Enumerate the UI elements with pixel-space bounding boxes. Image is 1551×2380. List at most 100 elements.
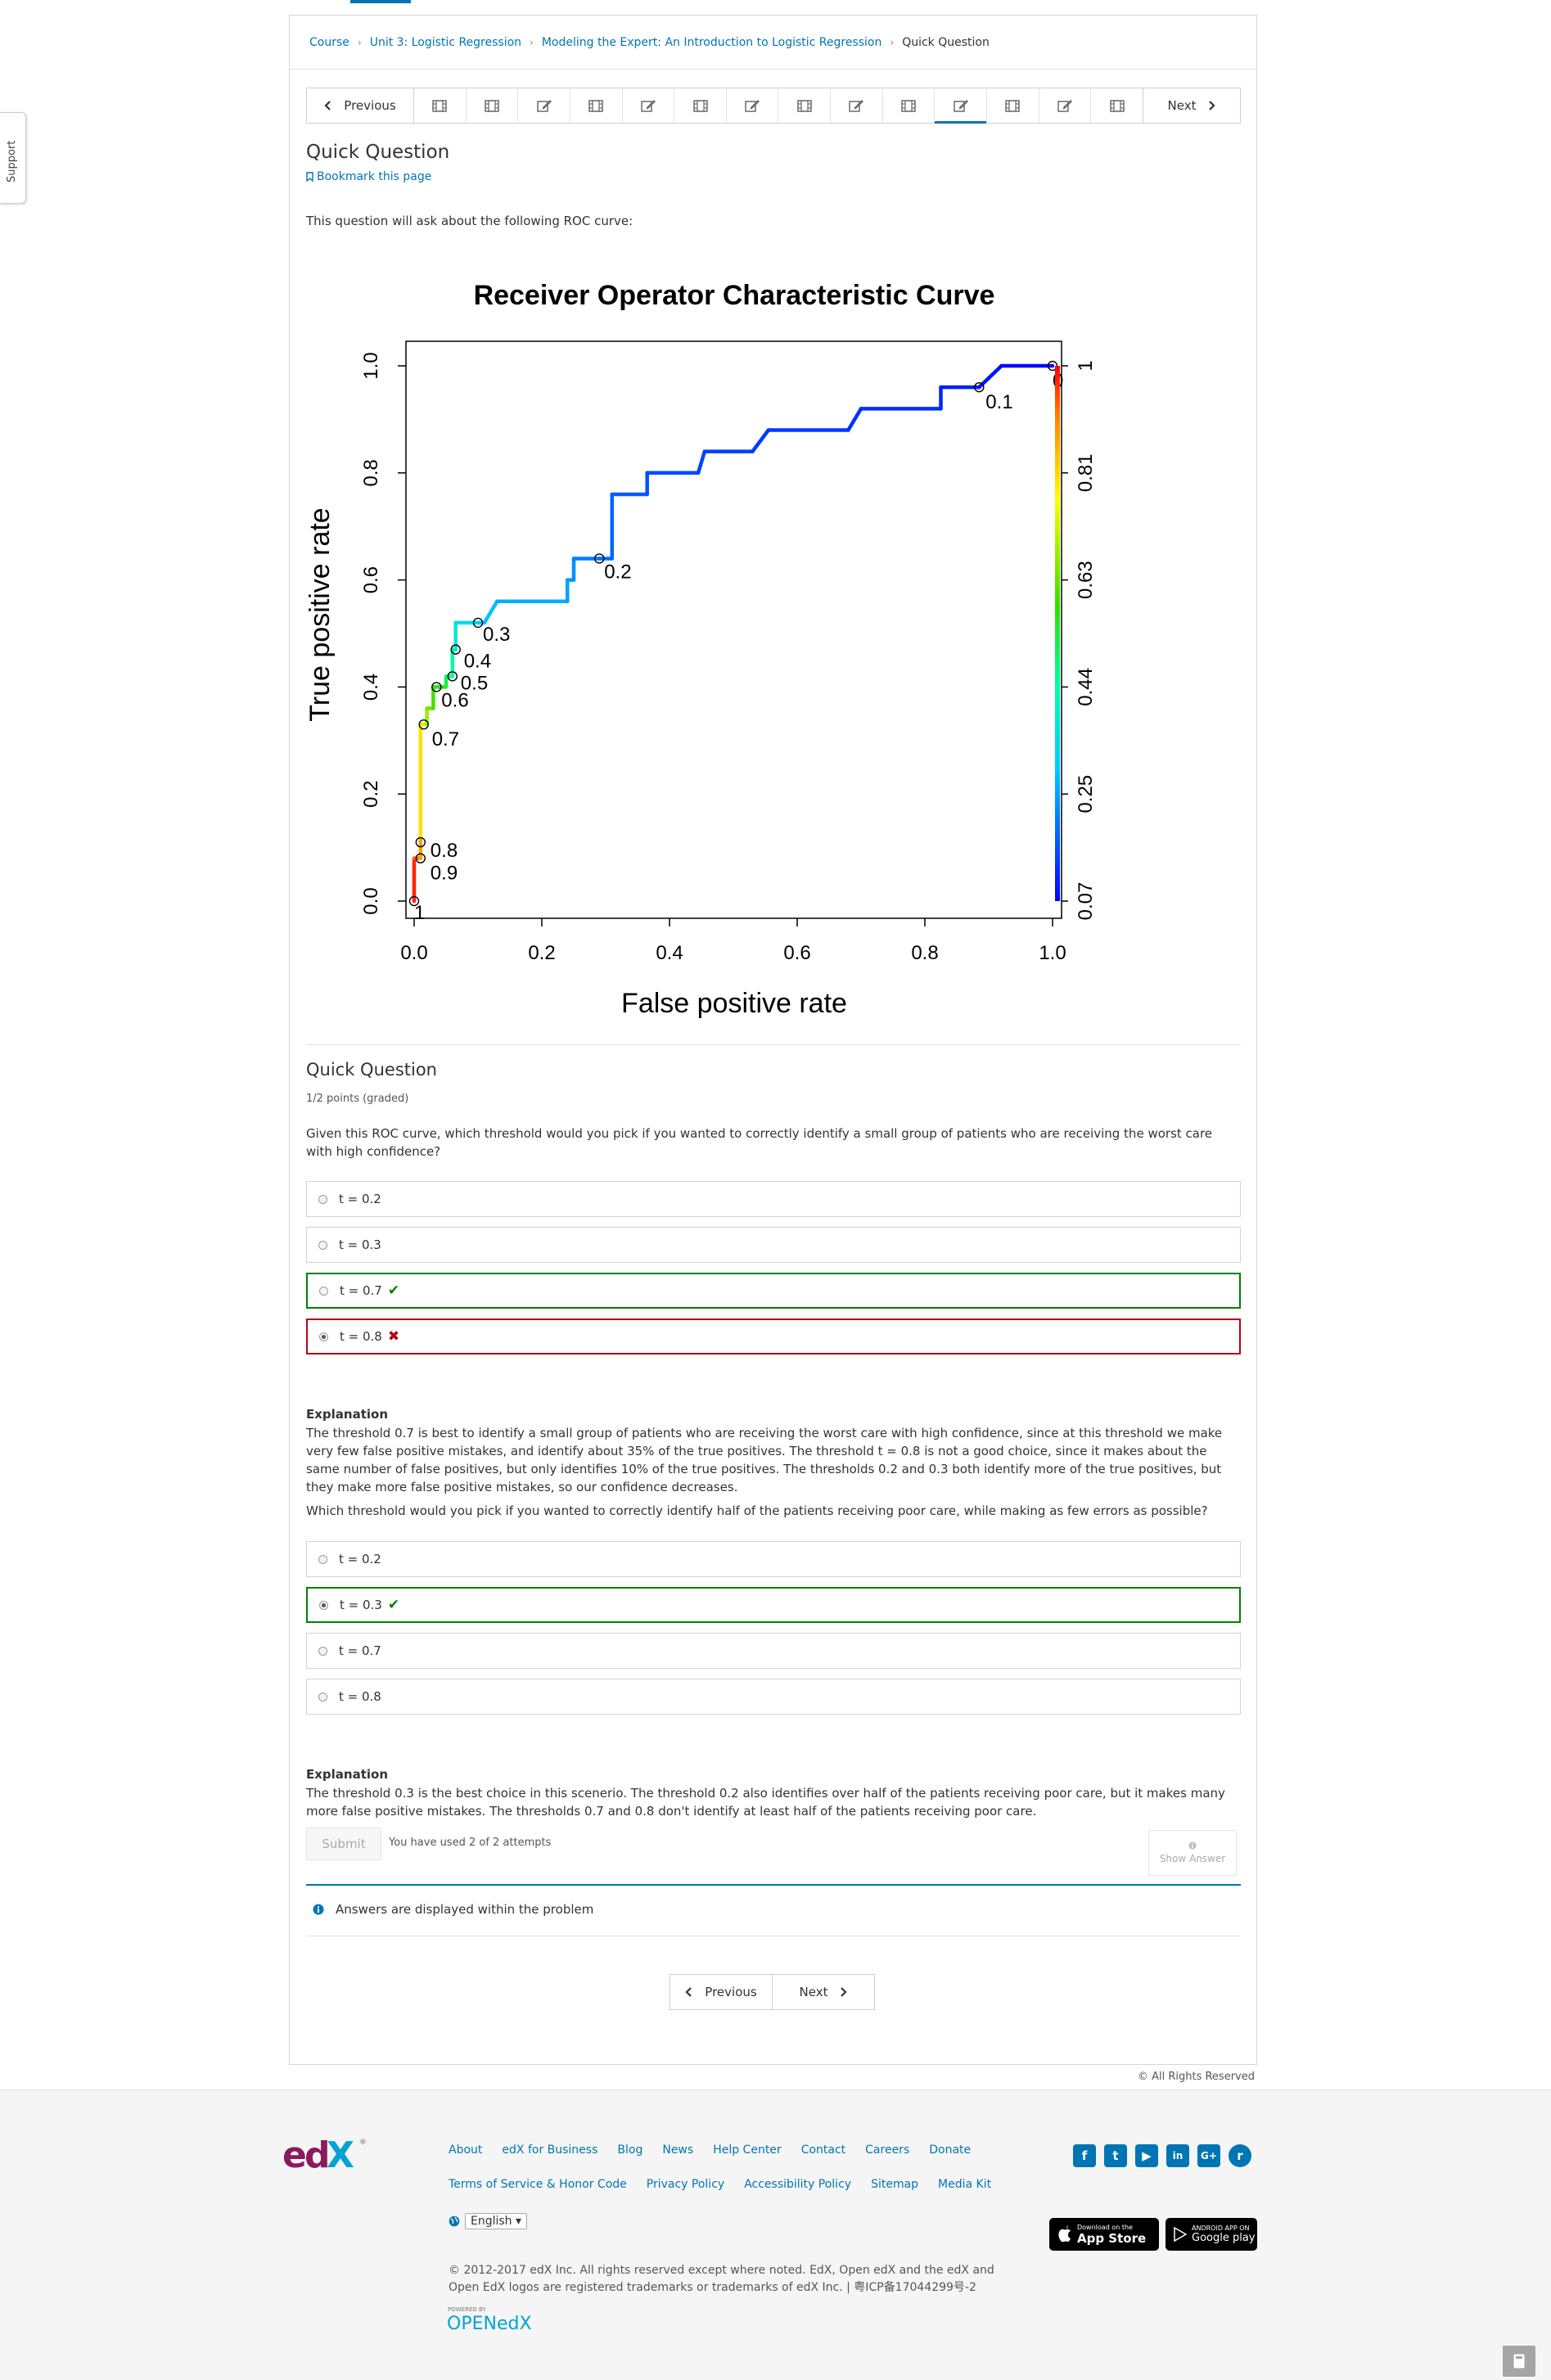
sequence-tab-problem[interactable] [623, 88, 675, 123]
radio-button[interactable] [319, 1286, 328, 1296]
footer-link[interactable]: Media Kit [938, 2178, 991, 2191]
sequence-tab-video[interactable] [778, 88, 832, 123]
question-2-text: Which threshold would you pick if you wa… [306, 1503, 1208, 1518]
show-answer-button[interactable]: Show Answer [1148, 1830, 1237, 1876]
explanation-2-text: The threshold 0.3 is the best choice in … [306, 1786, 1225, 1819]
divider [306, 1044, 1241, 1045]
previous-button[interactable]: Previous [307, 88, 414, 123]
google-play-badge[interactable]: ANDROID APP ON Google play [1166, 2218, 1257, 2251]
breadcrumb: Course › Unit 3: Logistic Regression › M… [290, 16, 1256, 70]
sequence-tab-problem[interactable] [935, 88, 988, 124]
notice-bar [306, 1884, 1241, 1886]
globe-icon [449, 2215, 460, 2227]
sequence-tab-problem[interactable] [518, 88, 570, 123]
app-store-big: App Store [1077, 2230, 1147, 2246]
previous-label: Previous [705, 1985, 757, 1999]
chart-title: Receiver Operator Characteristic Curve [474, 280, 995, 311]
footer-link[interactable]: Donate [929, 2143, 971, 2157]
sequence-tab-video[interactable] [1091, 88, 1143, 123]
colorbar [1055, 366, 1060, 901]
breadcrumb-course[interactable]: Course [309, 36, 349, 49]
question-1-choice[interactable]: t = 0.7 ✔ [306, 1273, 1241, 1309]
powered-by-openedx-logo[interactable]: POWERED BY OPENedX [447, 2305, 553, 2336]
radio-button[interactable] [318, 1240, 327, 1250]
linkedin-icon[interactable]: in [1166, 2144, 1189, 2167]
footer-link[interactable]: Help Center [713, 2143, 782, 2157]
film-icon [588, 99, 603, 112]
language-selector[interactable]: English ▾ [449, 2213, 528, 2229]
question-2-choice[interactable]: t = 0.7 [306, 1633, 1241, 1669]
roc-curve-segment [696, 449, 707, 476]
sequence-tab-video[interactable] [674, 88, 727, 123]
sequence-tab-video[interactable] [883, 88, 936, 123]
footer-link[interactable]: Privacy Policy [647, 2178, 724, 2191]
breadcrumb-unit[interactable]: Unit 3: Logistic Regression [370, 36, 521, 49]
question-1-choice[interactable]: t = 0.8 ✖ [306, 1318, 1241, 1355]
edx-logo[interactable]: e d X ® [282, 2134, 367, 2176]
threshold-markers: 10.90.80.70.60.50.40.30.20.10 [408, 360, 1063, 924]
footer-link[interactable]: News [662, 2143, 693, 2157]
threshold-label: 0.7 [432, 728, 459, 751]
twitter-icon[interactable]: t [1104, 2144, 1127, 2167]
sequence-tab-video[interactable] [570, 88, 623, 123]
question-2-choice[interactable]: t = 0.8 [306, 1679, 1241, 1715]
footer-link[interactable]: Sitemap [871, 2178, 918, 2191]
radio-button[interactable] [318, 1692, 327, 1702]
problem-points: 1/2 points (graded) [306, 1093, 409, 1105]
film-icon [1109, 99, 1125, 112]
colorbar-tick-label: 1 [1075, 360, 1097, 371]
question-1-choice[interactable]: t = 0.3 [306, 1227, 1241, 1263]
sequence-tab-video[interactable] [987, 88, 1039, 123]
threshold-label: 0.5 [461, 672, 488, 694]
next-button[interactable]: Next [1143, 88, 1240, 123]
google-play-big: Google play [1192, 2232, 1256, 2244]
sequence-tab-video[interactable] [467, 88, 519, 123]
chevron-right-icon [841, 1987, 848, 1997]
svg-text:e: e [282, 2134, 307, 2172]
sequence-tab-problem[interactable] [727, 88, 779, 123]
radio-button[interactable] [319, 1600, 328, 1610]
problem-title: Quick Question [306, 1060, 437, 1080]
sequence-tab-problem[interactable] [1039, 88, 1092, 123]
calculator-button[interactable] [1503, 2346, 1535, 2377]
edit-icon [849, 100, 864, 112]
footer-link[interactable]: edX for Business [502, 2143, 597, 2157]
support-tab[interactable]: Support [0, 112, 26, 204]
submit-button[interactable]: Submit [306, 1828, 381, 1860]
bottom-next-button[interactable]: Next [773, 1975, 874, 2009]
breadcrumb-subsection[interactable]: Modeling the Expert: An Introduction to … [542, 36, 882, 49]
info-icon [313, 1904, 324, 1915]
footer-link[interactable]: Careers [865, 2143, 909, 2157]
bookmark-button[interactable]: Bookmark this page [306, 170, 431, 183]
question-2-choice[interactable]: t = 0.3 ✔ [306, 1587, 1241, 1623]
apple-icon [1058, 2225, 1071, 2243]
sequence-navigation: Previous Next [306, 88, 1241, 124]
language-select[interactable]: English ▾ [465, 2213, 528, 2229]
bottom-previous-button[interactable]: Previous [670, 1975, 773, 2009]
threshold-label: 0.9 [431, 863, 458, 885]
radio-button[interactable] [318, 1646, 327, 1656]
googleplus-icon[interactable]: G+ [1197, 2144, 1220, 2167]
footer-link[interactable]: Contact [801, 2143, 845, 2157]
footer-link[interactable]: Blog [617, 2143, 642, 2157]
youtube-icon[interactable]: ▶ [1135, 2144, 1158, 2167]
question-1-choice[interactable]: t = 0.2 [306, 1181, 1241, 1217]
footer-link[interactable]: Accessibility Policy [744, 2178, 851, 2191]
film-icon [797, 99, 812, 112]
sequence-tab-video[interactable] [414, 88, 467, 123]
reddit-icon[interactable]: r [1229, 2144, 1251, 2167]
question-2-choice[interactable]: t = 0.2 [306, 1541, 1241, 1577]
radio-button[interactable] [319, 1332, 328, 1341]
choice-label: t = 0.2 [339, 1192, 381, 1206]
radio-button[interactable] [318, 1554, 327, 1564]
radio-button[interactable] [318, 1194, 327, 1204]
footer-link[interactable]: About [449, 2143, 482, 2157]
facebook-icon[interactable]: f [1073, 2144, 1096, 2167]
sequence-tab-problem[interactable] [831, 88, 883, 123]
y-tick-label: 0.0 [360, 887, 382, 914]
roc-curve-segment [751, 428, 771, 453]
copyright-text: © 2012-2017 edX Inc. All rights reserved… [449, 2264, 994, 2294]
app-store-badge[interactable]: Download on the App Store [1049, 2218, 1159, 2251]
next-label: Next [799, 1985, 828, 1999]
footer-link[interactable]: Terms of Service & Honor Code [449, 2178, 627, 2191]
